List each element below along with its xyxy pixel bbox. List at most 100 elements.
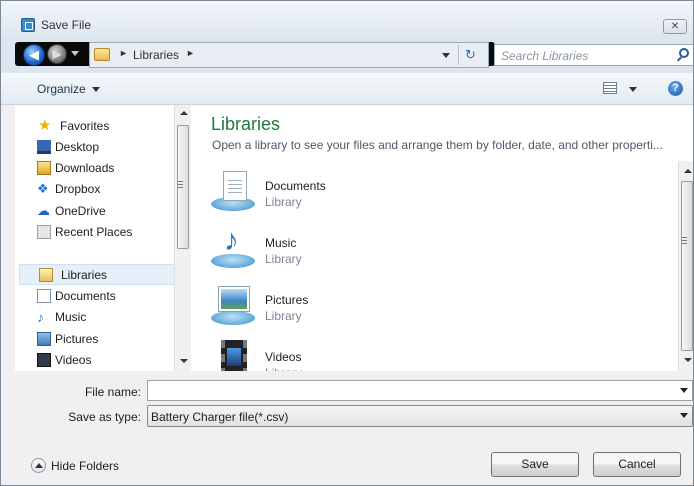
library-type: Library — [265, 195, 302, 209]
address-bar[interactable]: ► Libraries ► ↻ — [89, 42, 489, 68]
save-as-type-value: Battery Charger file(*.csv) — [151, 410, 289, 424]
library-type: Library — [265, 366, 302, 371]
breadcrumb-libraries[interactable]: Libraries — [133, 48, 179, 62]
sidebar-item-onedrive[interactable]: ☁ OneDrive — [15, 201, 175, 222]
content-pane-scrollbar[interactable] — [678, 161, 693, 371]
cancel-button[interactable]: Cancel — [593, 452, 681, 477]
document-page-icon — [223, 171, 247, 201]
scrollbar-grip-icon — [682, 237, 687, 245]
collapse-up-icon — [31, 458, 46, 473]
search-icon[interactable] — [679, 48, 689, 58]
sidebar-item-documents[interactable]: Documents — [15, 286, 175, 307]
library-item-videos[interactable]: Videos Library — [209, 340, 409, 371]
documents-icon — [37, 289, 51, 303]
search-input[interactable]: Search Libraries — [494, 44, 693, 66]
sidebar-item-recent-places[interactable]: Recent Places — [15, 222, 175, 243]
sidebar-item-downloads[interactable]: Downloads — [15, 158, 175, 179]
library-name: Pictures — [265, 293, 309, 307]
sidebar-item-label: Desktop — [55, 140, 100, 154]
dropbox-icon: ❖ — [37, 181, 49, 196]
documents-library-icon — [211, 169, 255, 213]
videos-icon — [37, 353, 51, 367]
library-name: Music — [265, 236, 297, 250]
app-window-icon — [21, 18, 35, 32]
sidebar-item-label: Pictures — [55, 332, 99, 346]
scrollbar-thumb[interactable] — [681, 181, 693, 351]
libraries-icon — [39, 268, 53, 282]
title-bar: Save File ✕ — [1, 1, 693, 35]
sidebar-item-videos[interactable]: Videos — [15, 350, 175, 371]
close-button[interactable]: ✕ — [663, 19, 687, 34]
sidebar-item-label: Music — [55, 310, 87, 324]
libraries-folder-icon — [94, 48, 110, 61]
file-name-field[interactable] — [147, 380, 693, 401]
pictures-icon — [37, 332, 51, 346]
scroll-down-arrow-icon[interactable] — [180, 359, 188, 363]
organize-chevron-down-icon[interactable] — [92, 87, 100, 92]
film-strip-icon — [221, 340, 247, 371]
recent-locations-chevron-down-icon[interactable] — [71, 51, 79, 56]
music-note-icon: ♪ — [224, 224, 239, 257]
window-title: Save File — [41, 18, 92, 32]
change-view-icon[interactable] — [603, 82, 617, 94]
sidebar-item-label: OneDrive — [55, 204, 106, 218]
sidebar-item-label: Favorites — [60, 119, 110, 133]
library-item-documents[interactable]: Documents Library — [209, 169, 409, 219]
sidebar-item-label: Dropbox — [55, 182, 101, 196]
downloads-folder-icon — [37, 161, 51, 175]
scrollbar-grip-icon — [178, 181, 183, 189]
file-name-chevron-down-icon[interactable] — [680, 388, 688, 393]
desktop-icon — [37, 140, 51, 154]
help-button[interactable]: ? — [668, 81, 683, 96]
onedrive-icon: ☁ — [37, 203, 50, 218]
sidebar-item-label: Downloads — [55, 161, 115, 175]
content-heading: Libraries — [211, 114, 281, 134]
sidebar-item-favorites[interactable]: ★ Favorites — [15, 116, 175, 137]
pictures-library-icon — [211, 283, 255, 327]
sidebar-item-label: Videos — [55, 353, 92, 367]
save-button[interactable]: Save — [491, 452, 579, 477]
content-pane: Libraries Open a library to see your fil… — [191, 105, 693, 371]
organize-button[interactable]: Organize — [37, 82, 86, 96]
navigation-pane-scrollbar[interactable] — [174, 105, 191, 371]
sidebar-item-pictures[interactable]: Pictures — [15, 329, 175, 350]
file-name-label: File name: — [84, 385, 141, 399]
sidebar-item-dropbox[interactable]: ❖ Dropbox — [15, 179, 175, 200]
sidebar-item-label: Documents — [55, 289, 116, 303]
scroll-down-arrow-icon[interactable] — [684, 358, 692, 362]
save-as-type-chevron-down-icon[interactable] — [680, 413, 688, 418]
sidebar-item-label: Libraries — [61, 268, 108, 282]
recent-places-icon — [37, 225, 51, 239]
search-placeholder: Search Libraries — [501, 49, 589, 63]
videos-library-icon — [211, 340, 255, 371]
breadcrumb-separator-icon[interactable]: ► — [186, 48, 195, 58]
save-as-type-label: Save as type: — [68, 410, 141, 424]
music-icon: ♪ — [37, 309, 44, 325]
sidebar-item-libraries[interactable]: Libraries — [19, 264, 175, 285]
address-dropdown-chevron-down-icon[interactable] — [442, 53, 450, 58]
sidebar-item-music[interactable]: ♪ Music — [15, 307, 175, 328]
sidebar-item-label: Recent Places — [55, 225, 133, 239]
navigation-pane: ★ Favorites Desktop Downloads ❖ Dropbox … — [15, 105, 191, 371]
save-file-dialog: Save File ✕ ◀ ▶ ► Libraries ► ↻ Search L… — [0, 0, 694, 486]
refresh-icon[interactable]: ↻ — [458, 45, 482, 65]
toolbar: Organize ? — [1, 73, 693, 105]
scroll-up-arrow-icon[interactable] — [180, 111, 188, 115]
sidebar-item-desktop[interactable]: Desktop — [15, 137, 175, 158]
picture-frame-icon — [218, 286, 250, 312]
back-button[interactable]: ◀ — [23, 44, 45, 66]
library-type: Library — [265, 252, 302, 266]
star-icon: ★ — [38, 117, 52, 134]
forward-button[interactable]: ▶ — [47, 44, 67, 64]
hide-folders-label: Hide Folders — [51, 459, 120, 473]
library-name: Documents — [265, 179, 326, 193]
save-as-type-select[interactable]: Battery Charger file(*.csv) — [147, 405, 693, 427]
library-item-music[interactable]: ♪ Music Library — [209, 226, 409, 276]
scroll-up-arrow-icon[interactable] — [684, 169, 692, 173]
library-base-icon — [211, 311, 255, 325]
content-description: Open a library to see your files and arr… — [212, 138, 663, 152]
library-type: Library — [265, 309, 302, 323]
library-item-pictures[interactable]: Pictures Library — [209, 283, 409, 333]
view-options-chevron-down-icon[interactable] — [629, 87, 637, 92]
breadcrumb-separator-icon[interactable]: ► — [119, 48, 128, 58]
